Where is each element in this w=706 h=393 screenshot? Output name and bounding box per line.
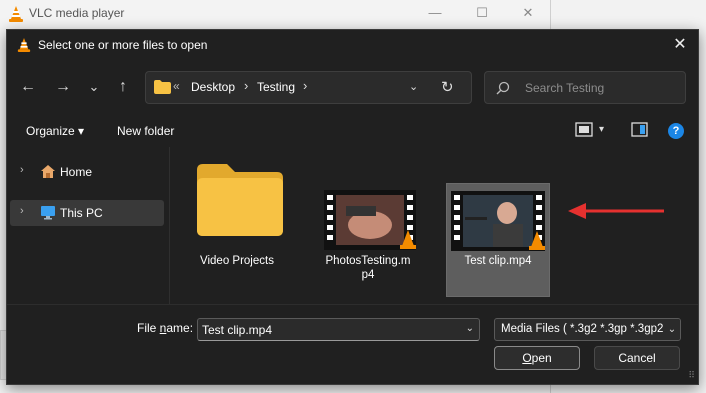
new-folder-button[interactable]: New folder [117, 124, 174, 138]
vlc-cone-icon [9, 6, 23, 22]
red-arrow-annotation [568, 203, 664, 219]
file-name-label: Video Projects [200, 255, 274, 267]
file-type-value: Media Files ( *.3g2 *.3gp *.3gp2 [501, 323, 664, 335]
expand-chevron-icon[interactable]: › [20, 205, 24, 217]
search-input[interactable]: Search Testing [484, 71, 686, 104]
chevron-down-icon[interactable]: ⌄ [466, 323, 474, 334]
nav-item-this-pc[interactable]: › This PC [10, 200, 164, 226]
breadcrumb-desktop[interactable]: Desktop [191, 80, 235, 94]
folder-icon [197, 164, 283, 236]
vlc-titlebar: VLC media player — ☐ ✕ [0, 0, 551, 28]
back-button[interactable]: ← [16, 75, 40, 99]
video-thumbnail [451, 191, 545, 251]
up-button[interactable]: ↑ [111, 75, 135, 99]
folder-icon [154, 80, 171, 94]
recent-locations-button[interactable]: ⌄ [82, 75, 106, 99]
file-item-video-projects[interactable]: Video Projects [185, 150, 289, 270]
preview-pane-icon[interactable] [631, 122, 648, 138]
search-placeholder: Search Testing [525, 81, 605, 95]
file-list: Video Projects PhotosTesting.m p4 Test c… [170, 147, 698, 304]
divider [7, 304, 698, 305]
breadcrumb-separator[interactable]: › [303, 78, 307, 93]
address-bar[interactable]: « Desktop › Testing › ⌄ ↻ [145, 71, 472, 104]
file-name-label-text: File name: [137, 321, 194, 335]
help-icon[interactable]: ? [668, 123, 684, 139]
open-file-dialog: Select one or more files to open ✕ ← → ⌄… [6, 29, 699, 385]
resize-grip-icon[interactable]: ⠿ [688, 370, 695, 381]
forward-button[interactable]: → [51, 75, 75, 99]
file-name-field[interactable]: Test clip.mp4 ⌄ [197, 318, 480, 341]
pc-icon [41, 206, 55, 220]
file-type-select[interactable]: Media Files ( *.3g2 *.3gp *.3gp2 ⌄ [494, 318, 681, 341]
file-name-label: Test clip.mp4 [464, 255, 532, 267]
dialog-titlebar: Select one or more files to open ✕ [7, 30, 698, 60]
vlc-cone-icon [17, 38, 31, 52]
file-item-test-clip[interactable]: Test clip.mp4 [446, 183, 550, 297]
view-icon[interactable] [575, 122, 593, 138]
file-name-label: PhotosTesting.m [325, 255, 411, 267]
video-thumbnail [324, 190, 416, 250]
vlc-window-title: VLC media player [29, 6, 125, 20]
nav-item-label: Home [60, 165, 93, 179]
chevron-down-icon[interactable]: ⌄ [664, 319, 680, 340]
organize-menu[interactable]: Organize ▾ [26, 124, 84, 138]
close-button[interactable]: ✕ [518, 4, 538, 22]
breadcrumb-separator[interactable]: › [244, 78, 248, 93]
breadcrumb-testing[interactable]: Testing [257, 80, 295, 94]
navigation-pane: › Home › This PC [7, 147, 169, 304]
file-item-photostesting[interactable]: PhotosTesting.m p4 [316, 150, 420, 300]
dialog-close-button[interactable]: ✕ [670, 35, 690, 55]
expand-chevron-icon[interactable]: › [20, 164, 24, 176]
address-overflow[interactable]: « [173, 79, 180, 93]
search-icon [496, 81, 510, 95]
refresh-icon[interactable]: ↻ [441, 78, 454, 96]
home-icon [41, 165, 55, 178]
open-button[interactable]: Open [494, 346, 580, 370]
maximize-button[interactable]: ☐ [472, 4, 492, 22]
address-dropdown-icon[interactable]: ⌄ [409, 80, 418, 93]
nav-item-label: This PC [60, 206, 103, 220]
dialog-title: Select one or more files to open [38, 38, 208, 52]
view-dropdown-icon[interactable]: ▾ [599, 124, 604, 135]
cancel-button[interactable]: Cancel [594, 346, 680, 370]
file-name-label-wrap: p4 [361, 269, 375, 281]
nav-item-home[interactable]: › Home [10, 159, 164, 185]
file-name-value[interactable]: Test clip.mp4 [202, 323, 272, 337]
minimize-button[interactable]: — [425, 4, 445, 22]
